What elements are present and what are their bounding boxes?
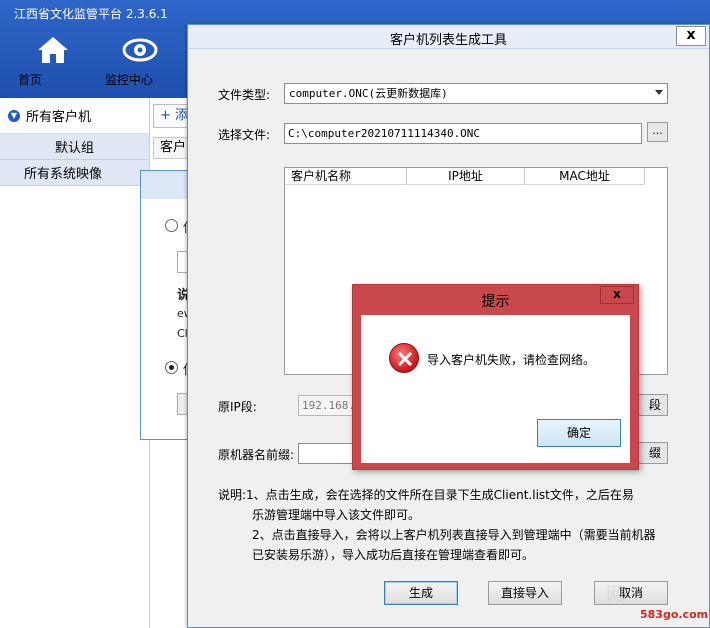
prefix-input[interactable] [298,443,358,464]
error-icon [389,343,419,373]
note-2b: 已安装易乐游），导入成功后直接在管理端查看即可。 [252,548,535,562]
column-header-name[interactable]: 客户机名称 [285,168,407,185]
alert-body: 导入客户机失败，请检查网络。 确定 [360,315,631,463]
note-1b: 乐游管理端中导入该文件即可。 [252,508,421,522]
app-root: 江西省文化监管平台 2.3.6.1 首页 监控中心 ▼ 所有客户机 默认组 所有… [0,0,710,628]
column-header-ip[interactable]: IP地址 [407,168,525,185]
orig-ip-label: 原IP段: [218,400,257,414]
file-path-input[interactable]: C:\computer20210711114340.ONC [284,123,642,144]
option-radio-1[interactable] [165,219,178,232]
tree-item-system-images[interactable]: 所有系统映像 [0,160,149,186]
nav-monitor-button[interactable]: 监控中心 [105,36,175,87]
note-2a: 2、点击直接导入，会将以上客户机列表直接导入到管理端中（需要当前机器 [252,528,656,542]
option-radio-2[interactable] [165,361,178,374]
tree-item-label: 所有系统映像 [24,167,103,182]
notes: 说明:1、点击生成，会在选择的文件所在目录下生成Client.list文件，之后… [218,485,668,565]
chevron-down-icon [655,90,663,95]
file-type-select[interactable]: computer.ONC(云更新数据库) [284,83,668,104]
alert-titlebar: 提示 x [353,285,638,315]
watermark: 网 583go.com [600,580,708,624]
direct-import-button[interactable]: 直接导入 [488,581,562,605]
nav-home-label: 首页 [18,73,43,87]
generate-button[interactable]: 生成 [384,581,458,605]
tool-titlebar: 客户机列表生成工具 x [188,25,709,49]
nav-home-button[interactable]: 首页 [18,36,88,87]
tool-title: 客户机列表生成工具 [389,33,507,48]
home-icon [38,37,68,63]
app-title: 江西省文化监管平台 2.3.6.1 [14,7,168,21]
alert-title: 提示 [481,294,510,310]
alert-close-button[interactable]: x [600,286,634,304]
notes-lead: 说明: [218,488,247,502]
watermark-site: 583go.com [640,608,709,621]
orig-ip-button[interactable]: 段 [636,394,668,416]
file-type-label: 文件类型: [218,88,271,102]
alert-border-bottom [353,463,638,469]
tool-close-button[interactable]: x [676,26,706,46]
alert-ok-button[interactable]: 确定 [537,419,621,447]
column-header-mac[interactable]: MAC地址 [525,168,645,185]
alert-border-right [631,315,638,469]
browse-button[interactable]: ... [647,122,668,142]
tree-item-default-group[interactable]: 默认组 [0,134,149,160]
eye-icon [122,38,158,62]
chevron-down-icon: ▼ [8,109,20,122]
watermark-logo: 网 [606,584,626,605]
tree-root-label: 所有客户机 [26,110,92,125]
note-1a: 1、点击生成，会在选择的文件所在目录下生成Client.list文件，之后在易 [246,488,634,502]
tree-root-all-clients[interactable]: ▼ 所有客户机 [0,98,149,134]
prefix-label: 原机器名前缀: [218,448,295,462]
alert-border-left [353,315,360,469]
alert-message: 导入客户机失败，请检查网络。 [427,353,596,367]
prefix-button[interactable]: 缀 [636,442,668,464]
orig-ip-input[interactable]: 192.168. [298,395,360,416]
select-file-label: 选择文件: [218,128,271,142]
tree-item-label: 默认组 [54,141,94,156]
alert-dialog: 提示 x 导入客户机失败，请检查网络。 确定 [352,284,639,470]
nav-monitor-label: 监控中心 [105,73,154,87]
file-type-value: computer.ONC(云更新数据库) [289,87,448,100]
client-tree: ▼ 所有客户机 默认组 所有系统映像 [0,98,150,628]
